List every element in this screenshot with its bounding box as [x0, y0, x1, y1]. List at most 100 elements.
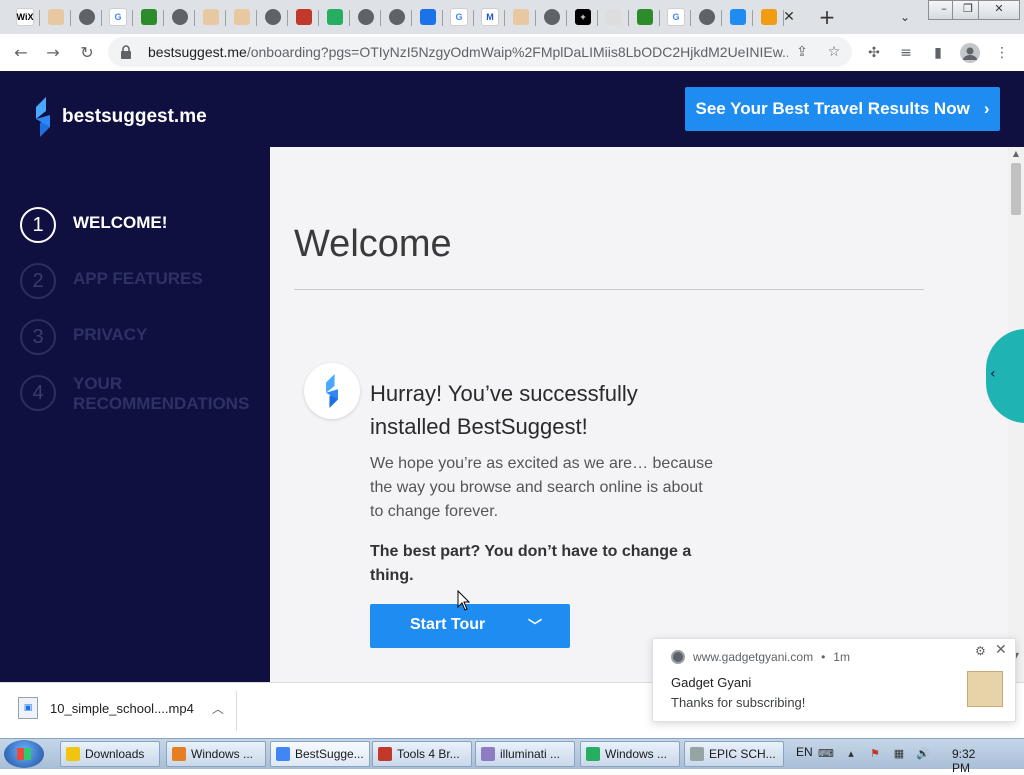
- tab-separator: [163, 10, 164, 26]
- tab-separator: [752, 10, 753, 26]
- browser-tab[interactable]: [353, 4, 381, 30]
- step-label: YOUR RECOMMENDATIONS: [73, 374, 250, 413]
- tab-separator: [39, 10, 40, 26]
- volume-icon[interactable]: 🔊: [916, 747, 930, 761]
- new-tab-button[interactable]: +: [816, 6, 838, 28]
- browser-tab[interactable]: [632, 4, 660, 30]
- taskbar-item[interactable]: EPIC SCH...: [684, 741, 784, 767]
- browser-tab[interactable]: WiX: [12, 4, 40, 30]
- taskbar-item-label: EPIC SCH...: [709, 747, 776, 761]
- share-icon[interactable]: ⇪: [792, 43, 812, 61]
- fire-icon: [296, 9, 312, 25]
- triangle-icon: [203, 9, 219, 25]
- download-item[interactable]: ▣ 10_simple_school....mp4 ︿: [18, 697, 224, 719]
- browser-tab[interactable]: [291, 4, 319, 30]
- tab-separator: [101, 10, 102, 26]
- close-tab-icon[interactable]: ✕: [780, 8, 798, 26]
- browser-tab[interactable]: [198, 4, 226, 30]
- browser-tab[interactable]: [725, 4, 753, 30]
- browser-tab[interactable]: M: [477, 4, 505, 30]
- notification-site: www.gadgetgyani.com: [693, 650, 814, 664]
- browser-tab[interactable]: [167, 4, 195, 30]
- browser-tab[interactable]: [260, 4, 288, 30]
- step-item[interactable]: 2 APP FEATURES: [20, 263, 258, 299]
- chevron-left-icon: ‹: [990, 366, 996, 382]
- browser-tab[interactable]: [756, 4, 784, 30]
- browser-tab[interactable]: [539, 4, 567, 30]
- globe-icon: [79, 9, 95, 25]
- taskbar-item[interactable]: Windows ...: [166, 741, 266, 767]
- tab-separator: [225, 10, 226, 26]
- logo[interactable]: bestsuggest.me: [32, 97, 207, 137]
- window-close-button[interactable]: ✕: [978, 0, 1020, 20]
- browser-tab[interactable]: G: [446, 4, 474, 30]
- chevron-up-icon[interactable]: ︿: [212, 700, 224, 717]
- browser-tab[interactable]: [694, 4, 722, 30]
- browser-tab[interactable]: [415, 4, 443, 30]
- step-label: APP FEATURES: [73, 269, 203, 288]
- malwarebytes-icon: M: [481, 8, 499, 26]
- side-panel-icon[interactable]: ▮: [928, 43, 948, 63]
- forward-icon[interactable]: →: [42, 42, 64, 64]
- travel-results-label: See Your Best Travel Results Now: [695, 99, 970, 118]
- language-indicator[interactable]: EN: [796, 745, 813, 759]
- tab-search-icon[interactable]: ⌄: [896, 8, 914, 26]
- taskbar-item[interactable]: Tools 4 Br...: [372, 741, 472, 767]
- network-icon[interactable]: ▦: [892, 747, 906, 761]
- browser-tab[interactable]: [43, 4, 71, 30]
- start-button[interactable]: [4, 740, 44, 768]
- download-filename: 10_simple_school....mp4: [50, 700, 194, 716]
- wix-icon: WiX: [16, 8, 34, 26]
- browser-tab[interactable]: [601, 4, 629, 30]
- scroll-up-icon[interactable]: ▲: [1012, 149, 1020, 158]
- browser-tab-strip: WiX G G M + G ✕ + ⌄ – ❐ ✕: [0, 0, 1024, 34]
- taskbar-item[interactable]: BestSugge...: [270, 741, 370, 767]
- browser-tab[interactable]: [229, 4, 257, 30]
- browser-tab[interactable]: [136, 4, 164, 30]
- google-icon: G: [109, 8, 127, 26]
- menu-kebab-icon[interactable]: ⋮: [992, 43, 1012, 63]
- reload-icon[interactable]: ↻: [76, 42, 98, 64]
- browser-tab[interactable]: [508, 4, 536, 30]
- close-icon[interactable]: ✕: [995, 642, 1007, 658]
- taskbar-item[interactable]: Windows ...: [580, 741, 680, 767]
- bookmark-star-icon[interactable]: ☆: [824, 43, 844, 61]
- step-item[interactable]: 4 YOUR RECOMMENDATIONS: [20, 374, 258, 414]
- profile-avatar-icon[interactable]: [960, 43, 980, 63]
- browser-tab[interactable]: +: [570, 4, 598, 30]
- address-bar[interactable]: bestsuggest.me/onboarding?pgs=OTIyNzI5Nz…: [108, 37, 852, 67]
- clock[interactable]: 9:32 PM: [952, 747, 975, 775]
- url-text: bestsuggest.me/onboarding?pgs=OTIyNzI5Nz…: [148, 44, 788, 60]
- taskbar-item[interactable]: illuminati ...: [475, 741, 575, 767]
- scrollbar-thumb[interactable]: [1011, 163, 1021, 215]
- back-icon[interactable]: ←: [10, 42, 32, 64]
- tab-separator: [287, 10, 288, 26]
- browser-tab[interactable]: G: [663, 4, 691, 30]
- browser-tab[interactable]: [384, 4, 412, 30]
- globe-icon: [544, 9, 560, 25]
- lock-icon: [121, 45, 131, 59]
- step-number: 4: [20, 375, 56, 411]
- notification-age: 1m: [833, 650, 850, 664]
- step-item[interactable]: 1 WELCOME!: [20, 207, 258, 243]
- grid-icon: [606, 9, 622, 25]
- step-item[interactable]: 3 PRIVACY: [20, 319, 258, 355]
- tab-separator: [442, 10, 443, 26]
- extensions-icon[interactable]: ✣: [864, 43, 884, 63]
- gear-icon[interactable]: ⚙: [975, 644, 986, 658]
- show-hidden-icons-icon[interactable]: ▴: [844, 747, 858, 761]
- travel-results-button[interactable]: See Your Best Travel Results Now ›: [685, 87, 1000, 131]
- keyboard-icon[interactable]: ⌨: [818, 747, 834, 761]
- taskbar-item-label: Windows ...: [191, 747, 254, 761]
- app-icon: [276, 747, 290, 761]
- taskbar-item[interactable]: Downloads: [60, 741, 160, 767]
- push-notification[interactable]: www.gadgetgyani.com • 1m ⚙ ✕ Gadget Gyan…: [652, 638, 1016, 722]
- tab-separator: [473, 10, 474, 26]
- media-control-icon[interactable]: ≡: [896, 43, 916, 63]
- action-center-icon[interactable]: ⚑: [868, 747, 882, 761]
- browser-tab[interactable]: [74, 4, 102, 30]
- browser-tab[interactable]: [322, 4, 350, 30]
- mouse-cursor-icon: [457, 590, 471, 611]
- onboarding-page: bestsuggest.me See Your Best Travel Resu…: [0, 71, 1024, 682]
- browser-tab[interactable]: G: [105, 4, 133, 30]
